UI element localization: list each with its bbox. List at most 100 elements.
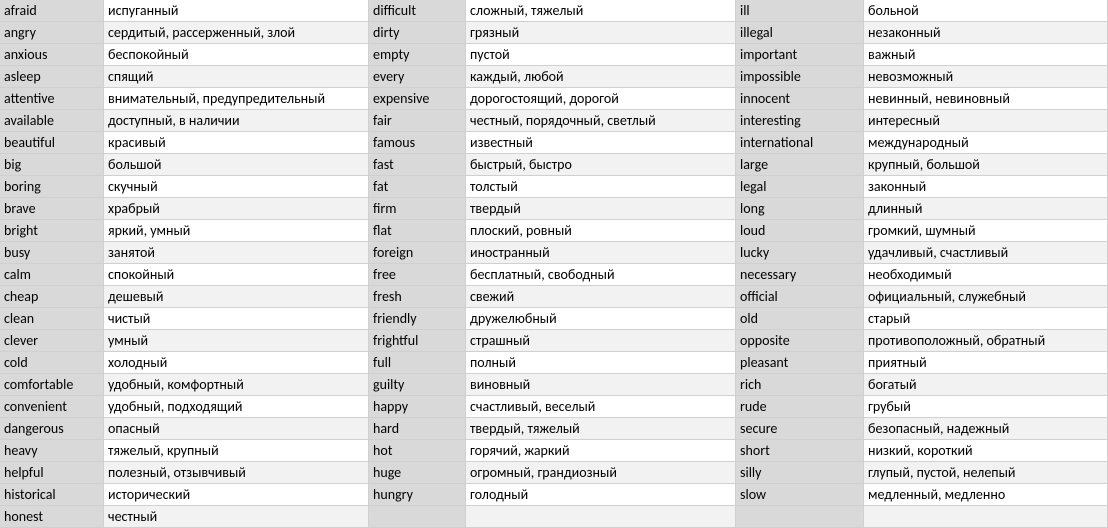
russian-translation: удобный, подходящий [104, 396, 369, 418]
english-term: hard [369, 418, 466, 440]
english-term: famous [369, 132, 466, 154]
russian-translation: удобный, комфортный [104, 374, 369, 396]
russian-translation: скучный [104, 176, 369, 198]
russian-translation: храбрый [104, 198, 369, 220]
english-term: cold [0, 352, 104, 374]
english-term: happy [369, 396, 466, 418]
english-term: asleep [0, 66, 104, 88]
english-term: short [736, 440, 864, 462]
russian-translation: дешевый [104, 286, 369, 308]
russian-translation: сложный, тяжелый [466, 0, 736, 22]
english-term: cheap [0, 286, 104, 308]
english-term: interesting [736, 110, 864, 132]
english-term: every [369, 66, 466, 88]
russian-translation: страшный [466, 330, 736, 352]
english-term: opposite [736, 330, 864, 352]
english-term: brave [0, 198, 104, 220]
english-term: flat [369, 220, 466, 242]
english-term: fast [369, 154, 466, 176]
english-term: lucky [736, 242, 864, 264]
russian-translation: иностранный [466, 242, 736, 264]
russian-translation: грубый [864, 396, 1108, 418]
english-term: beautiful [0, 132, 104, 154]
russian-translation: яркий, умный [104, 220, 369, 242]
english-term: necessary [736, 264, 864, 286]
russian-translation: испуганный [104, 0, 369, 22]
english-term: hot [369, 440, 466, 462]
russian-translation: официальный, служебный [864, 286, 1108, 308]
english-term: difficult [369, 0, 466, 22]
english-term: expensive [369, 88, 466, 110]
english-term: empty [369, 44, 466, 66]
english-term: legal [736, 176, 864, 198]
english-term: frightful [369, 330, 466, 352]
english-term: international [736, 132, 864, 154]
russian-translation: тяжелый, крупный [104, 440, 369, 462]
english-term: silly [736, 462, 864, 484]
russian-translation [864, 506, 1108, 528]
english-term: large [736, 154, 864, 176]
russian-translation: спящий [104, 66, 369, 88]
russian-translation: дружелюбный [466, 308, 736, 330]
russian-translation: честный, порядочный, светлый [466, 110, 736, 132]
russian-translation: честный [104, 506, 369, 528]
russian-translation: спокойный [104, 264, 369, 286]
russian-translation: грязный [466, 22, 736, 44]
russian-translation: пустой [466, 44, 736, 66]
english-term: busy [0, 242, 104, 264]
english-term: long [736, 198, 864, 220]
english-term: friendly [369, 308, 466, 330]
russian-translation: внимательный, предупредительный [104, 88, 369, 110]
english-term: free [369, 264, 466, 286]
english-term: dangerous [0, 418, 104, 440]
english-term: fair [369, 110, 466, 132]
english-term: important [736, 44, 864, 66]
english-term: rude [736, 396, 864, 418]
russian-translation: богатый [864, 374, 1108, 396]
english-term: afraid [0, 0, 104, 22]
russian-translation: каждый, любой [466, 66, 736, 88]
russian-translation: дорогостоящий, дорогой [466, 88, 736, 110]
russian-translation: красивый [104, 132, 369, 154]
english-term: big [0, 154, 104, 176]
english-term: heavy [0, 440, 104, 462]
english-term: fat [369, 176, 466, 198]
russian-translation: громкий, шумный [864, 220, 1108, 242]
english-term: comfortable [0, 374, 104, 396]
english-term: available [0, 110, 104, 132]
english-term: dirty [369, 22, 466, 44]
english-term: impossible [736, 66, 864, 88]
russian-translation: интересный [864, 110, 1108, 132]
english-term [369, 506, 466, 528]
english-term: huge [369, 462, 466, 484]
russian-translation: важный [864, 44, 1108, 66]
english-term: bright [0, 220, 104, 242]
english-term: historical [0, 484, 104, 506]
english-term: hungry [369, 484, 466, 506]
russian-translation: незаконный [864, 22, 1108, 44]
russian-translation: известный [466, 132, 736, 154]
russian-translation: опасный [104, 418, 369, 440]
russian-translation: необходимый [864, 264, 1108, 286]
english-term: convenient [0, 396, 104, 418]
russian-translation: длинный [864, 198, 1108, 220]
russian-translation: плоский, ровный [466, 220, 736, 242]
russian-translation: законный [864, 176, 1108, 198]
russian-translation: медленный, медленно [864, 484, 1108, 506]
russian-translation [466, 506, 736, 528]
russian-translation: чистый [104, 308, 369, 330]
russian-translation: толстый [466, 176, 736, 198]
english-term: fresh [369, 286, 466, 308]
english-term: secure [736, 418, 864, 440]
russian-translation: холодный [104, 352, 369, 374]
english-term: calm [0, 264, 104, 286]
russian-translation: твердый, тяжелый [466, 418, 736, 440]
russian-translation: исторический [104, 484, 369, 506]
english-term: guilty [369, 374, 466, 396]
english-term [736, 506, 864, 528]
english-term: clean [0, 308, 104, 330]
russian-translation: полный [466, 352, 736, 374]
english-term: foreign [369, 242, 466, 264]
russian-translation: полезный, отзывчивый [104, 462, 369, 484]
english-term: slow [736, 484, 864, 506]
